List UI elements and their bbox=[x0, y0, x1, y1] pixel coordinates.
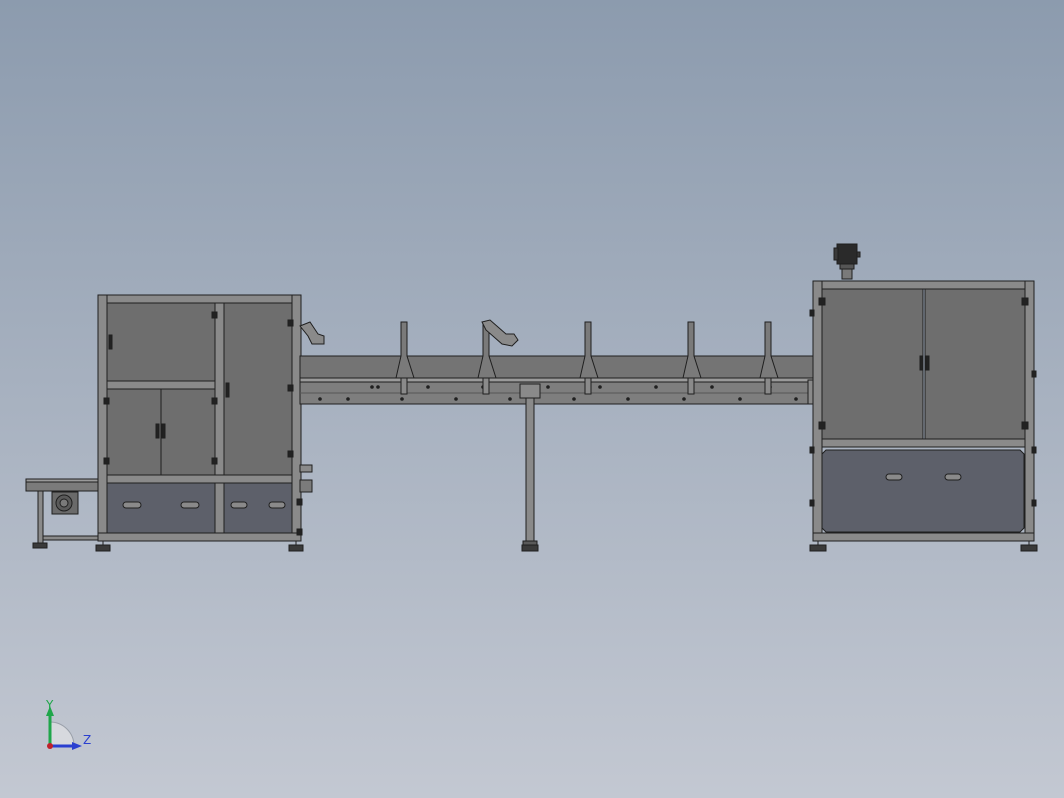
door-handle-icon bbox=[919, 355, 924, 371]
left-cabinet-upper-panel[interactable] bbox=[106, 302, 216, 382]
transfer-conveyor[interactable] bbox=[299, 319, 817, 552]
right-cabinet-door-left[interactable] bbox=[821, 288, 924, 440]
support-leg bbox=[525, 397, 535, 542]
cad-graphics-viewport[interactable]: Y Z bbox=[0, 0, 1064, 798]
motor-icon bbox=[833, 243, 861, 280]
left-cabinet-side-door[interactable] bbox=[223, 302, 293, 476]
right-drawer[interactable] bbox=[821, 449, 1025, 533]
leveling-foot-icon bbox=[1020, 544, 1038, 552]
door-handle-icon bbox=[155, 423, 160, 439]
infeed-conveyor[interactable] bbox=[25, 478, 101, 549]
left-cabinet[interactable] bbox=[95, 294, 313, 552]
drawer-handle-icon bbox=[885, 473, 903, 481]
leveling-foot-icon bbox=[809, 544, 827, 552]
leveling-foot-icon bbox=[95, 544, 111, 552]
door-handle-icon bbox=[225, 382, 230, 398]
right-cabinet-door-right[interactable] bbox=[924, 288, 1026, 440]
left-cabinet-door-right[interactable] bbox=[160, 388, 216, 476]
machine-assembly-drawing bbox=[25, 243, 1038, 750]
drawer-handle-icon bbox=[122, 501, 142, 509]
triad-plane-icon bbox=[49, 721, 75, 747]
z-axis-arrowhead-icon bbox=[72, 742, 82, 750]
drawer-handle-icon bbox=[230, 501, 248, 509]
leveling-foot-icon bbox=[288, 544, 304, 552]
door-handle-icon bbox=[108, 334, 113, 350]
leveling-foot-icon bbox=[521, 544, 539, 552]
door-handle-icon bbox=[925, 355, 930, 371]
left-cabinet-door-left[interactable] bbox=[106, 388, 162, 476]
right-cabinet[interactable] bbox=[809, 243, 1038, 552]
left-drawer-1[interactable] bbox=[106, 482, 216, 534]
gear-motor-icon bbox=[51, 491, 79, 515]
drawer-handle-icon bbox=[268, 501, 286, 509]
y-axis-label: Y bbox=[46, 698, 54, 712]
origin-point-icon bbox=[47, 743, 53, 749]
drawer-handle-icon bbox=[180, 501, 200, 509]
coordinate-triad bbox=[46, 706, 82, 750]
door-handle-icon bbox=[161, 423, 166, 439]
drawer-handle-icon bbox=[944, 473, 962, 481]
z-axis-label: Z bbox=[83, 733, 92, 747]
